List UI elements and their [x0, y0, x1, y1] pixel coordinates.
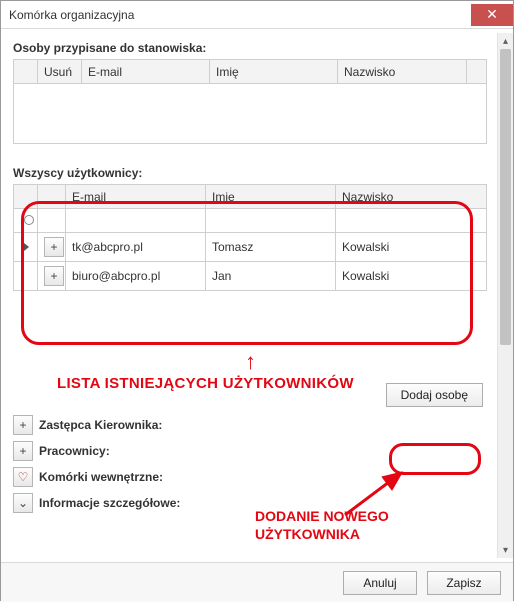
- annotation-arrow-up-icon: ↑: [245, 349, 256, 375]
- filter-email[interactable]: [66, 209, 206, 233]
- cell-email: tk@abcpro.pl: [66, 233, 206, 262]
- expander-details[interactable]: ⌄ Informacje szczegółowe:: [13, 493, 489, 513]
- vertical-scrollbar[interactable]: ▴ ▾: [497, 33, 513, 558]
- allusers-filter-row: [14, 209, 487, 233]
- annotation-users-label: LISTA ISTNIEJĄCYCH UŻYTKOWNIKÓW: [57, 375, 354, 392]
- assigned-col-firstname[interactable]: Imię: [210, 60, 338, 84]
- expander-details-label: Informacje szczegółowe:: [39, 496, 180, 510]
- assigned-group-label: Osoby przypisane do stanowiska:: [13, 41, 493, 55]
- allusers-col-lastname[interactable]: Nazwisko: [336, 185, 487, 209]
- expand-icon[interactable]: +: [13, 441, 33, 461]
- assigned-header-row: Usuń E-mail Imię Nazwisko: [14, 60, 487, 84]
- heart-icon[interactable]: ♡: [13, 467, 33, 487]
- row-add-cell: +: [38, 262, 66, 291]
- filter-firstname[interactable]: [206, 209, 336, 233]
- annotation-addperson-line1: DODANIE NOWEGO: [255, 508, 389, 524]
- assigned-col-lastname[interactable]: Nazwisko: [338, 60, 467, 84]
- cancel-button[interactable]: Anuluj: [343, 571, 417, 595]
- row-indicator-cell: [14, 233, 38, 262]
- expander-deputy[interactable]: + Zastępca Kierownika:: [13, 415, 489, 435]
- expander-deputy-label: Zastępca Kierownika:: [39, 418, 162, 432]
- scroll-thumb[interactable]: [500, 49, 511, 345]
- scroll-track[interactable]: [498, 49, 513, 542]
- allusers-table: E-mail Imię Nazwisko + tk@abcpro.pl Toma…: [13, 184, 487, 291]
- add-user-button[interactable]: +: [44, 237, 64, 257]
- assigned-table: Usuń E-mail Imię Nazwisko: [13, 59, 487, 144]
- expander-internal-label: Komórki wewnętrzne:: [39, 470, 163, 484]
- allusers-col-add: [38, 185, 66, 209]
- expander-employees-label: Pracownicy:: [39, 444, 110, 458]
- scroll-up-icon[interactable]: ▴: [498, 33, 513, 49]
- annotation-addperson-line2: UŻYTKOWNIKA: [255, 526, 360, 542]
- table-row[interactable]: + biuro@abcpro.pl Jan Kowalski: [14, 262, 487, 291]
- cell-firstname: Jan: [206, 262, 336, 291]
- cell-email: biuro@abcpro.pl: [66, 262, 206, 291]
- filter-indicator-cell: [14, 209, 38, 233]
- allusers-col-email[interactable]: E-mail: [66, 185, 206, 209]
- row-indicator-icon: [24, 243, 29, 251]
- titlebar: Komórka organizacyjna ✕: [1, 1, 513, 29]
- assigned-col-trail: [467, 60, 487, 84]
- table-row[interactable]: + tk@abcpro.pl Tomasz Kowalski: [14, 233, 487, 262]
- filter-add-cell: [38, 209, 66, 233]
- scroll-down-icon[interactable]: ▾: [498, 542, 513, 558]
- row-indicator-cell: [14, 262, 38, 291]
- dialog-content: Osoby przypisane do stanowiska: Usuń E-m…: [1, 29, 513, 562]
- save-button[interactable]: Zapisz: [427, 571, 501, 595]
- filter-lastname[interactable]: [336, 209, 487, 233]
- allusers-group-label: Wszyscy użytkownicy:: [13, 166, 493, 180]
- cell-lastname: Kowalski: [336, 233, 487, 262]
- close-button[interactable]: ✕: [471, 4, 513, 26]
- expand-icon[interactable]: +: [13, 415, 33, 435]
- assigned-col-email[interactable]: E-mail: [82, 60, 210, 84]
- scroll-area: Osoby przypisane do stanowiska: Usuń E-m…: [7, 33, 497, 558]
- expander-internal-cells[interactable]: ♡ Komórki wewnętrzne:: [13, 467, 489, 487]
- cell-firstname: Tomasz: [206, 233, 336, 262]
- annotation-addperson-label: DODANIE NOWEGO UŻYTKOWNIKA: [255, 508, 389, 543]
- add-user-button[interactable]: +: [44, 266, 64, 286]
- window-title: Komórka organizacyjna: [9, 8, 134, 22]
- add-person-button[interactable]: Dodaj osobę: [386, 383, 483, 407]
- cell-lastname: Kowalski: [336, 262, 487, 291]
- assigned-col-delete[interactable]: Usuń: [38, 60, 82, 84]
- expander-employees[interactable]: + Pracownicy:: [13, 441, 489, 461]
- close-icon: ✕: [486, 6, 498, 23]
- allusers-header-row: E-mail Imię Nazwisko: [14, 185, 487, 209]
- assigned-empty-row: [14, 84, 487, 144]
- chevron-down-icon[interactable]: ⌄: [13, 493, 33, 513]
- assigned-col-handle: [14, 60, 38, 84]
- dialog-footer: Anuluj Zapisz: [1, 562, 513, 602]
- row-add-cell: +: [38, 233, 66, 262]
- allusers-col-handle: [14, 185, 38, 209]
- allusers-col-firstname[interactable]: Imię: [206, 185, 336, 209]
- filter-icon: [24, 215, 34, 225]
